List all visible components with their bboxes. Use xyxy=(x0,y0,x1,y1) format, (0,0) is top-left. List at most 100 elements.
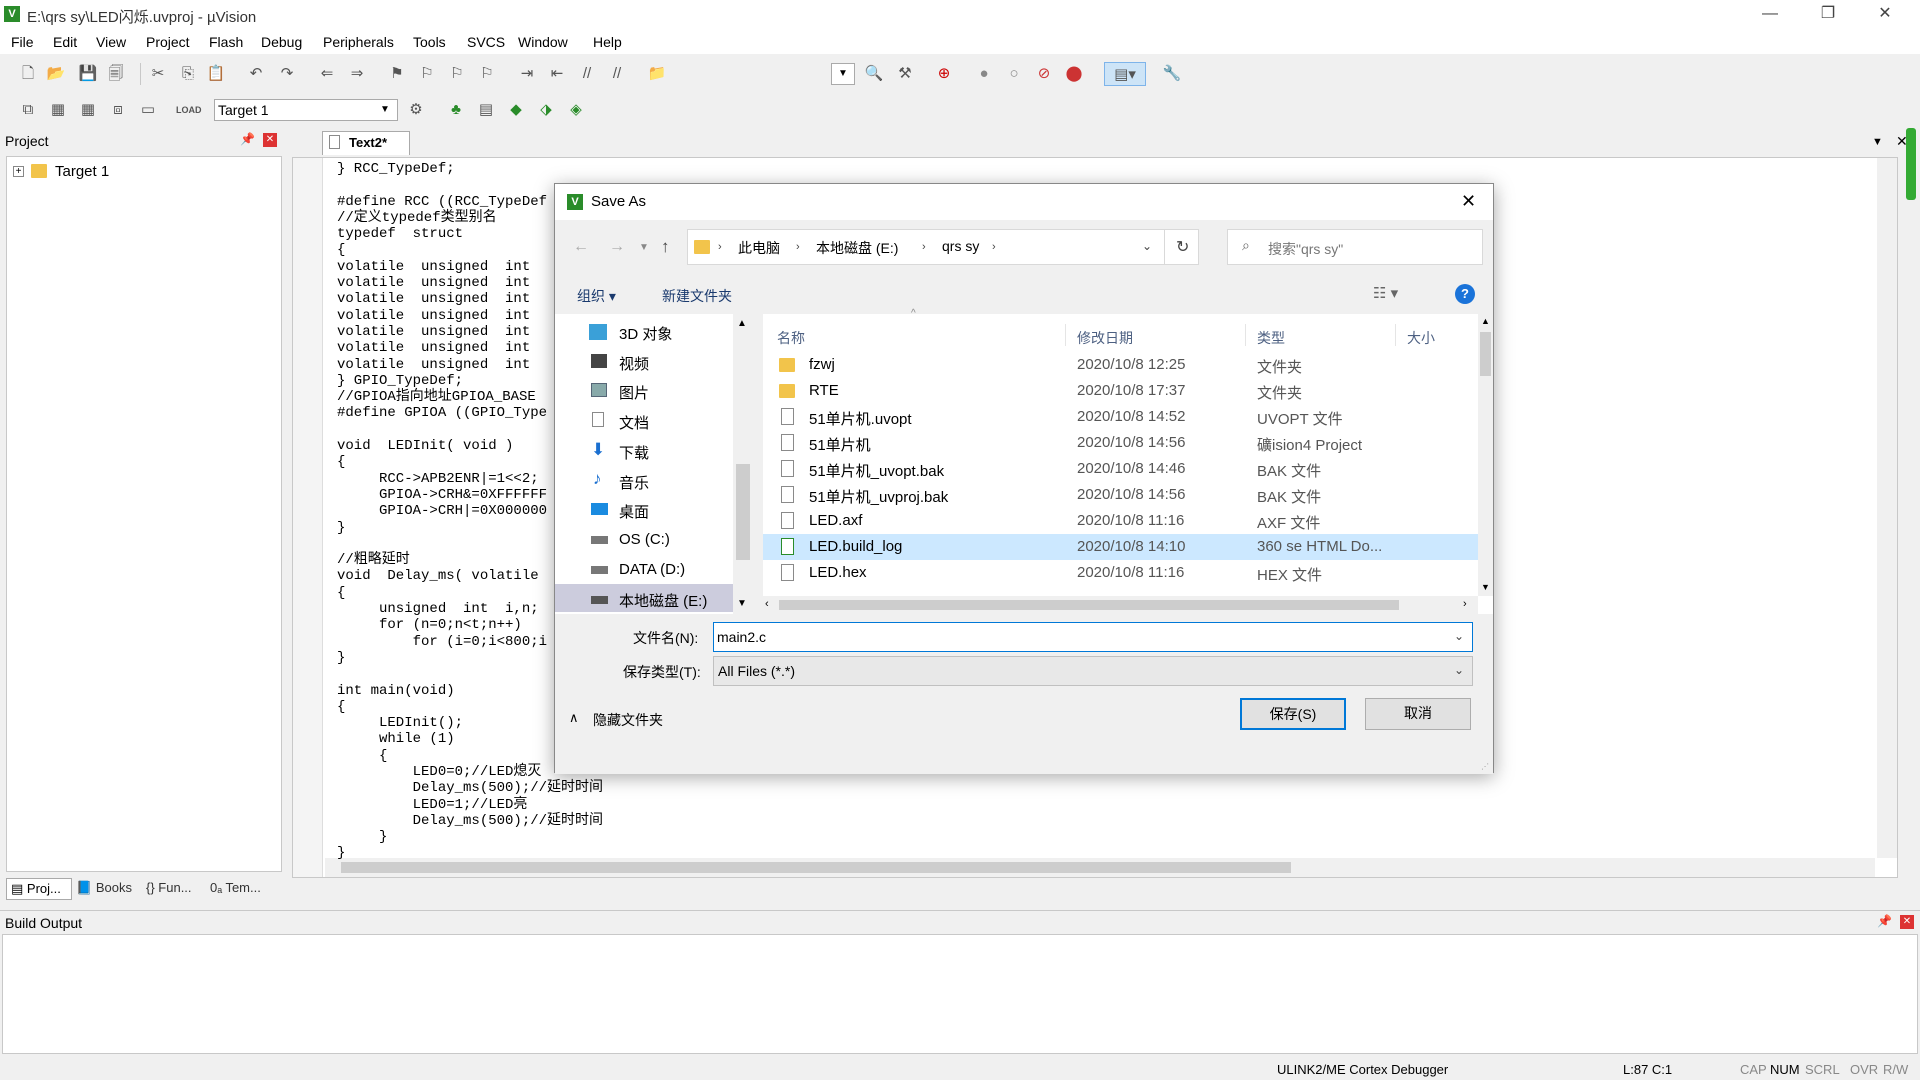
filetype-select[interactable]: All Files (*.*) ⌄ xyxy=(713,656,1473,686)
chevron-down-icon[interactable]: ⌄ xyxy=(1454,629,1464,643)
minimize-button[interactable]: — xyxy=(1747,0,1793,30)
menu-tools[interactable]: Tools xyxy=(413,34,446,50)
tab-templates[interactable]: 0ₐ Tem... xyxy=(210,880,261,895)
open-file-icon[interactable]: 📂 xyxy=(44,62,68,86)
new-folder-button[interactable]: 新建文件夹 xyxy=(662,286,732,306)
nav-music[interactable]: 音乐 xyxy=(619,472,649,493)
vertical-scrollbar[interactable] xyxy=(1877,158,1897,858)
address-dropdown-icon[interactable]: ⌄ xyxy=(1142,239,1152,253)
menu-project[interactable]: Project xyxy=(146,34,190,50)
file-row[interactable]: 51单片机.uvopt 2020/10/8 14:52 UVOPT 文件 xyxy=(763,404,1478,430)
target-select[interactable]: Target 1 ▼ xyxy=(214,99,398,121)
dialog-close-button[interactable]: ✕ xyxy=(1461,191,1476,212)
nav-back-icon[interactable]: ⇐ xyxy=(315,62,339,86)
close-pane-icon[interactable]: ✕ xyxy=(263,133,277,147)
file-row[interactable]: 51单片机_uvopt.bak 2020/10/8 14:46 BAK 文件 xyxy=(763,456,1478,482)
find-icon[interactable]: 🔍 xyxy=(862,62,886,86)
file-row[interactable]: LED.axf 2020/10/8 11:16 AXF 文件 xyxy=(763,508,1478,534)
disable-breakpoint-icon[interactable]: ○ xyxy=(1002,62,1026,86)
breakpoint-icon[interactable]: ● xyxy=(972,62,996,86)
bookmark-icon[interactable]: ⚑ xyxy=(385,62,409,86)
back-arrow-icon[interactable]: ← xyxy=(573,238,589,256)
save-button[interactable]: 保存(S) xyxy=(1240,698,1346,730)
resize-grip-icon[interactable]: ⋰ xyxy=(1481,762,1489,771)
select-packs-icon[interactable]: ◆ xyxy=(504,98,528,122)
column-name[interactable]: 名称 xyxy=(777,328,805,348)
build-icon[interactable]: ▦ xyxy=(46,98,70,122)
close-pane-icon[interactable]: ✕ xyxy=(1900,915,1914,929)
nav-videos[interactable]: 视频 xyxy=(619,353,649,374)
uncomment-icon[interactable]: // xyxy=(605,62,629,86)
column-divider[interactable] xyxy=(1245,324,1246,346)
pack-installer-icon[interactable]: ⬗ xyxy=(534,98,558,122)
window-layout-icon[interactable]: ▤▾ xyxy=(1104,62,1146,86)
menu-edit[interactable]: Edit xyxy=(53,34,77,50)
view-options-icon[interactable]: ☷ ▾ xyxy=(1373,284,1398,302)
download-icon[interactable]: LOAD xyxy=(176,98,202,122)
file-row[interactable]: 51单片机 2020/10/8 14:56 礦ision4 Project xyxy=(763,430,1478,456)
nav-downloads[interactable]: 下载 xyxy=(619,442,649,463)
debug-session-icon[interactable]: ⊕ xyxy=(932,62,956,86)
help-button[interactable]: ? xyxy=(1455,284,1475,304)
scroll-up-icon[interactable]: ▲ xyxy=(1481,316,1490,326)
nav-drive-d[interactable]: DATA (D:) xyxy=(619,561,685,578)
cancel-button[interactable]: 取消 xyxy=(1365,698,1471,730)
search-box[interactable]: ⌕ 搜索"qrs sy" xyxy=(1227,229,1483,265)
nav-drive-e[interactable]: 本地磁盘 (E:) xyxy=(619,590,707,611)
chevron-up-icon[interactable]: ∧ xyxy=(569,710,579,726)
bookmark-next-icon[interactable]: ⚐ xyxy=(445,62,469,86)
save-icon[interactable]: 💾 xyxy=(76,62,100,86)
file-h-scroll-thumb[interactable] xyxy=(779,600,1399,610)
configure-icon[interactable]: 🔧 xyxy=(1160,62,1184,86)
menu-help[interactable]: Help xyxy=(593,34,622,50)
expand-icon[interactable]: + xyxy=(13,166,24,177)
find-combo-dropdown[interactable]: ▼ xyxy=(831,63,855,85)
refresh-icon[interactable]: ↻ xyxy=(1176,237,1189,257)
restore-button[interactable]: ❐ xyxy=(1805,0,1851,30)
recent-chevron-icon[interactable]: ▼ xyxy=(639,242,649,253)
menu-view[interactable]: View xyxy=(96,34,126,50)
up-arrow-icon[interactable]: ↑ xyxy=(661,237,670,257)
tab-project[interactable]: ▤ Proj... xyxy=(6,878,72,900)
menu-flash[interactable]: Flash xyxy=(209,34,243,50)
manage-components-icon[interactable]: ♣ xyxy=(444,98,468,122)
pin-icon[interactable]: 📌 xyxy=(1877,914,1892,928)
nav-scroll-thumb[interactable] xyxy=(736,464,750,560)
address-bar[interactable]: › 此电脑 › 本地磁盘 (E:) › qrs sy › ⌄ ↻ xyxy=(687,229,1199,265)
column-divider[interactable] xyxy=(1395,324,1396,346)
nav-3d-objects[interactable]: 3D 对象 xyxy=(619,323,672,344)
tab-list-dropdown[interactable]: ▼ xyxy=(1872,136,1883,148)
hide-folders-toggle[interactable]: 隐藏文件夹 xyxy=(593,710,663,730)
indent-icon[interactable]: ⇥ xyxy=(515,62,539,86)
file-row[interactable]: LED.hex 2020/10/8 11:16 HEX 文件 xyxy=(763,560,1478,584)
file-row[interactable]: LED.build_log 2020/10/8 14:10 360 se HTM… xyxy=(763,534,1478,560)
bookmark-prev-icon[interactable]: ⚐ xyxy=(415,62,439,86)
pin-icon[interactable]: 📌 xyxy=(240,132,255,146)
rebuild-icon[interactable]: ▦ xyxy=(76,98,100,122)
comment-icon[interactable]: // xyxy=(575,62,599,86)
disable-all-breakpoints-icon[interactable]: ⊘ xyxy=(1032,62,1056,86)
column-divider[interactable] xyxy=(1065,324,1066,346)
breadcrumb-qrs-sy[interactable]: qrs sy xyxy=(942,238,979,254)
organize-button[interactable]: 组织 ▾ xyxy=(577,286,616,306)
column-type[interactable]: 类型 xyxy=(1257,328,1285,348)
column-date[interactable]: 修改日期 xyxy=(1077,328,1133,348)
forward-arrow-icon[interactable]: → xyxy=(609,238,625,256)
column-size[interactable]: 大小 xyxy=(1407,328,1435,348)
cut-icon[interactable]: ✂ xyxy=(146,62,170,86)
menu-svcs[interactable]: SVCS xyxy=(467,34,505,50)
bookmark-clear-icon[interactable]: ⚐ xyxy=(475,62,499,86)
paste-icon[interactable]: 📋 xyxy=(204,62,228,86)
build-output-panel[interactable] xyxy=(2,934,1918,1054)
nav-drive-c[interactable]: OS (C:) xyxy=(619,531,670,548)
tab-books[interactable]: 📘 Books xyxy=(76,880,132,896)
redo-icon[interactable]: ↷ xyxy=(275,62,299,86)
file-row[interactable]: 51单片机_uvproj.bak 2020/10/8 14:56 BAK 文件 xyxy=(763,482,1478,508)
incremental-find-icon[interactable]: ⚒ xyxy=(893,62,917,86)
file-row[interactable]: fzwj 2020/10/8 12:25 文件夹 xyxy=(763,352,1478,378)
scroll-down-icon[interactable]: ▼ xyxy=(1481,582,1490,592)
close-button[interactable]: ✕ xyxy=(1862,0,1908,30)
file-horizontal-scrollbar[interactable]: ‹ › xyxy=(763,596,1478,614)
menu-window[interactable]: Window xyxy=(518,34,568,50)
nav-scrollbar[interactable]: ▲ ▼ xyxy=(733,314,753,614)
